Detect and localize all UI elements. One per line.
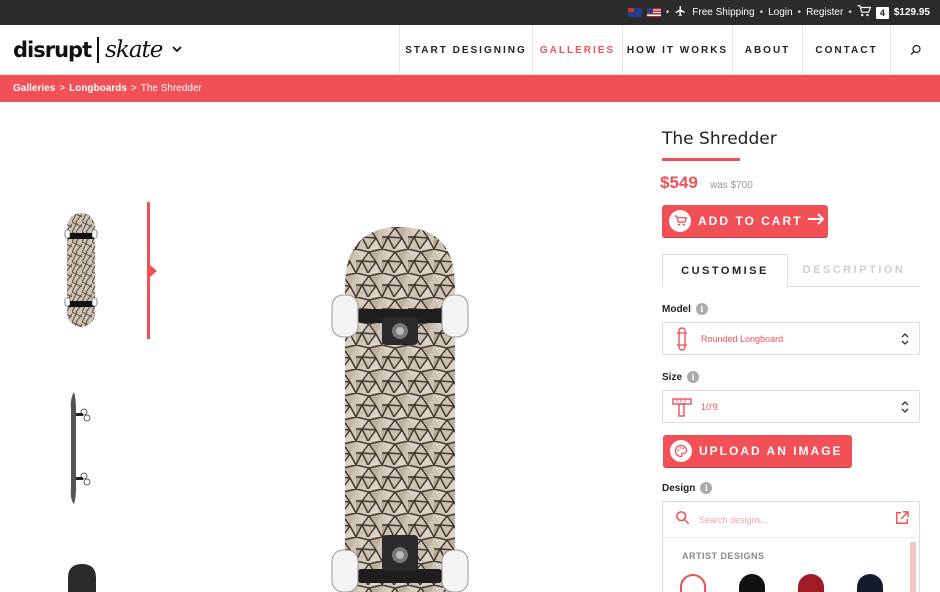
search-icon — [675, 510, 690, 529]
add-to-cart-button[interactable]: ADD TO CART — [662, 205, 828, 237]
title-underline — [662, 158, 740, 161]
logo-disrupt: disrupt — [13, 38, 92, 62]
design-scrollbar[interactable] — [910, 542, 916, 592]
upload-image-button[interactable]: UPLOAD AN IMAGE — [663, 435, 852, 467]
cart-total[interactable]: $129.95 — [894, 7, 930, 18]
ruler-icon — [667, 397, 697, 417]
artist-designs-heading: ARTIST DESIGNS — [682, 551, 765, 561]
external-link-icon[interactable] — [895, 511, 909, 528]
product-title: The Shredder — [662, 129, 777, 149]
size-value: 10'9 — [701, 401, 718, 412]
arrow-right-icon — [808, 212, 825, 230]
logo[interactable]: disrupt skate — [13, 35, 183, 65]
breadcrumb-separator: > — [59, 83, 66, 94]
select-arrows-icon — [901, 400, 909, 414]
tab-description[interactable]: DESCRIPTION — [788, 254, 920, 287]
model-value: Rounded Longboard — [701, 333, 784, 344]
search-icon[interactable] — [890, 25, 940, 75]
palette-icon — [670, 440, 692, 462]
nav-start-designing[interactable]: START DESIGNING — [399, 25, 532, 75]
nav-galleries[interactable]: GALLERIES — [532, 25, 622, 75]
active-thumbnail-arrow — [150, 265, 157, 277]
design-thumbnail[interactable] — [798, 574, 824, 592]
breadcrumb: Galleries > Longboards > The Shredder — [0, 75, 940, 102]
info-icon[interactable]: i — [700, 482, 713, 494]
design-picker: Search designs... ARTIST DESIGNS — [662, 501, 920, 592]
breadcrumb-galleries[interactable]: Galleries — [13, 83, 55, 94]
plane-icon — [674, 5, 687, 20]
nav-about[interactable]: ABOUT — [732, 25, 802, 75]
main-product-image — [330, 225, 470, 592]
australia-flag-icon[interactable] — [627, 8, 642, 17]
nav-how-it-works[interactable]: HOW IT WORKS — [622, 25, 732, 75]
product-tabs: CUSTOMISE DESCRIPTION — [662, 254, 920, 287]
login-link[interactable]: Login — [768, 7, 792, 18]
design-thumbnail[interactable] — [857, 574, 883, 592]
tab-customise[interactable]: CUSTOMISE — [662, 254, 788, 287]
usa-flag-icon[interactable] — [646, 8, 661, 17]
size-label: Size i — [662, 371, 700, 383]
free-shipping-link[interactable]: Free Shipping — [692, 7, 754, 18]
design-thumbnail[interactable] — [739, 574, 765, 592]
breadcrumb-separator: > — [130, 83, 137, 94]
model-select[interactable]: Rounded Longboard — [662, 322, 920, 355]
logo-divider — [97, 37, 100, 63]
nav-contact[interactable]: CONTACT — [802, 25, 890, 75]
model-label: Model i — [662, 303, 708, 315]
design-search-input[interactable]: Search designs... — [663, 502, 919, 538]
search-placeholder: Search designs... — [699, 514, 769, 525]
thumbnail-board-side[interactable] — [66, 390, 98, 511]
top-utility-bar: • Free Shipping • Login • Register • 4 $… — [0, 0, 940, 25]
size-select[interactable]: 10'9 — [662, 390, 920, 423]
design-label: Design i — [662, 482, 713, 494]
cart-icon[interactable] — [857, 5, 872, 20]
breadcrumb-longboards[interactable]: Longboards — [69, 83, 127, 94]
register-link[interactable]: Register — [806, 7, 843, 18]
site-header: disrupt skate START DESIGNING GALLERIES … — [0, 25, 940, 75]
add-to-cart-label: ADD TO CART — [698, 214, 803, 228]
breadcrumb-current: The Shredder — [140, 83, 202, 94]
info-icon[interactable]: i — [687, 371, 700, 383]
upload-image-label: UPLOAD AN IMAGE — [699, 444, 843, 458]
logo-skate: skate — [105, 37, 163, 63]
thumbnail-board-bottom[interactable] — [62, 212, 100, 333]
cart-count-badge[interactable]: 4 — [875, 6, 889, 19]
thumbnail-gallery — [0, 102, 160, 592]
longboard-icon — [667, 326, 697, 351]
select-arrows-icon — [901, 332, 909, 346]
was-price: was $700 — [710, 180, 753, 191]
main-nav: START DESIGNING GALLERIES HOW IT WORKS A… — [399, 25, 940, 75]
cart-icon — [669, 210, 691, 232]
design-thumbnail[interactable] — [680, 574, 706, 592]
chevron-down-icon[interactable] — [172, 44, 183, 56]
product-price: $549 — [660, 173, 698, 192]
thumbnail-board-top[interactable] — [66, 564, 98, 592]
info-icon[interactable]: i — [695, 303, 708, 315]
utility-links: • Free Shipping • Login • Register • 4 $… — [627, 0, 930, 25]
